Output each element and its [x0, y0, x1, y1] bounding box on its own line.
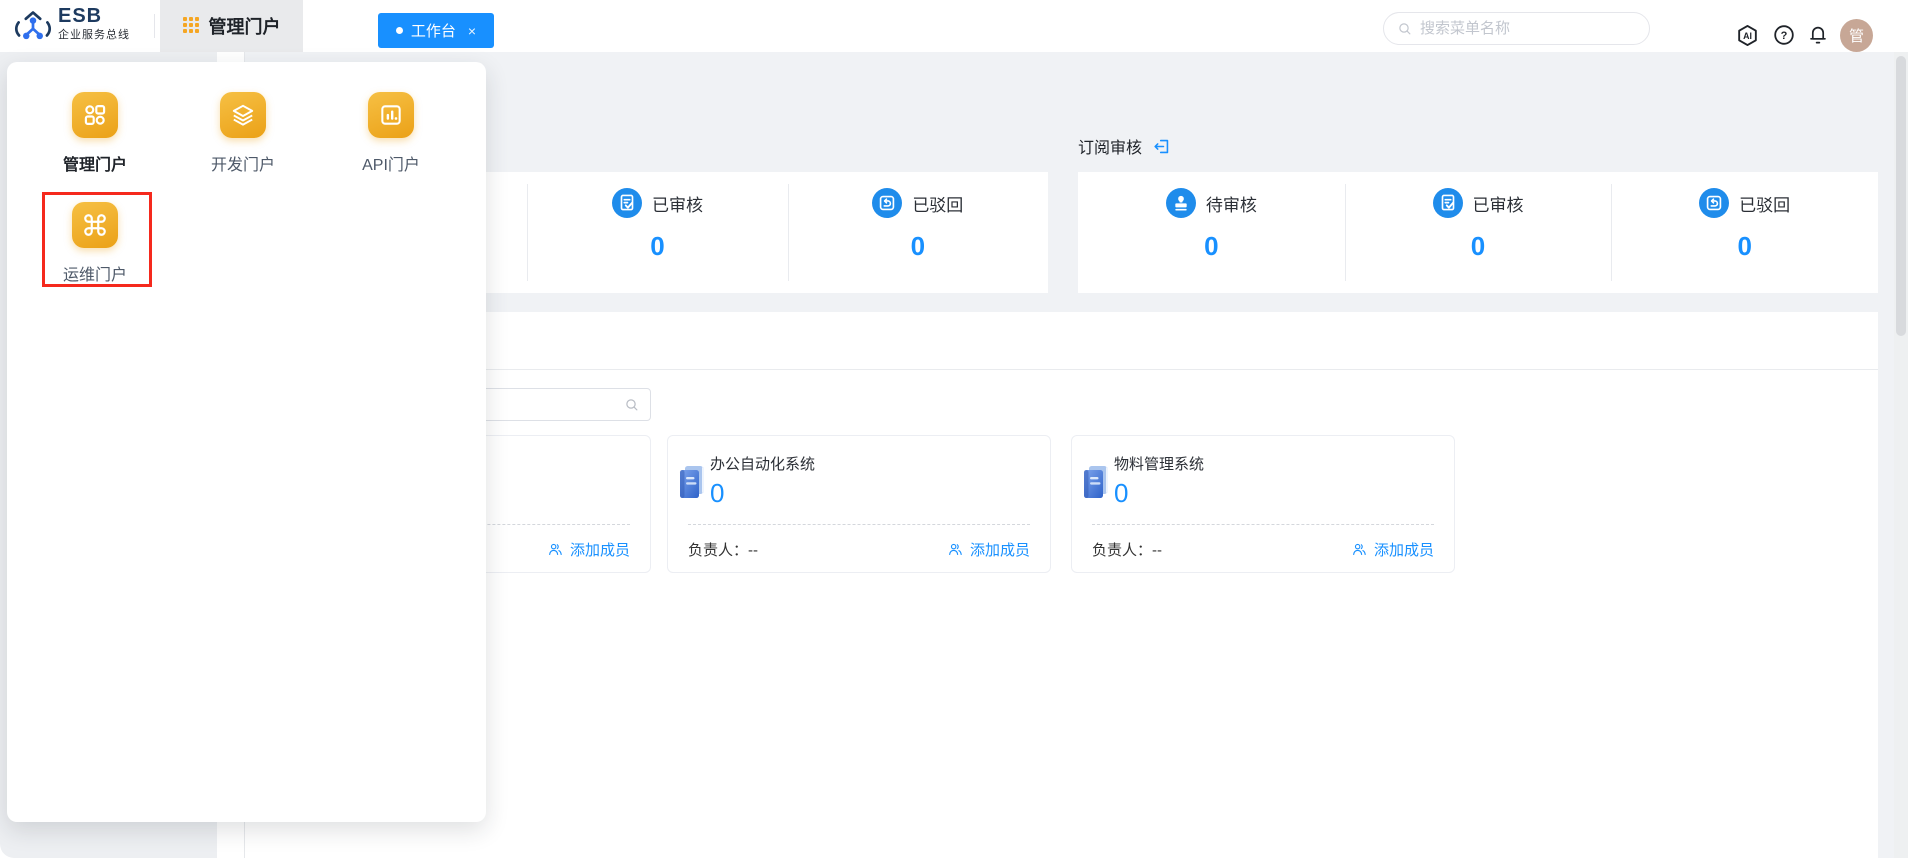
app-card[interactable]: 物料管理系统 0 负责人：-- 添加成员	[1071, 435, 1455, 573]
grid-icon	[183, 17, 201, 35]
stat-value: 0	[650, 231, 664, 262]
stat-value: 0	[911, 231, 925, 262]
layers-icon	[220, 92, 266, 138]
portal-item-operations[interactable]: 运维门户	[35, 202, 155, 285]
top-nav-bar: ESB 企业服务总线 管理门户 工作台 × AI ?	[0, 0, 1908, 52]
stat-column-reviewed: 已审核 0	[1345, 172, 1612, 293]
stamp-icon	[1166, 188, 1196, 218]
portal-item-management[interactable]: 管理门户	[35, 92, 155, 175]
brand-title: ESB	[58, 6, 130, 26]
ai-icon: AI	[1735, 23, 1760, 48]
stat-label: 已审核	[652, 191, 703, 216]
nav-portal-switcher[interactable]: 管理门户	[160, 0, 303, 52]
brand-subtitle: 企业服务总线	[58, 30, 130, 41]
portal-item-label: 管理门户	[63, 151, 127, 175]
app-window: ESB 企业服务总线 管理门户 工作台 × AI ?	[0, 0, 1908, 858]
menu-search-input[interactable]	[1420, 20, 1636, 37]
api-chart-icon	[368, 92, 414, 138]
search-icon	[624, 397, 640, 413]
tab-label: 工作台	[411, 20, 456, 41]
scrollbar-thumb[interactable]	[1896, 56, 1906, 336]
stat-column-rejected: 已驳回 0	[1611, 172, 1878, 293]
portal-item-development[interactable]: 开发门户	[183, 92, 303, 175]
esb-logo-icon	[12, 8, 54, 44]
search-icon	[1397, 21, 1413, 37]
add-member-label: 添加成员	[970, 539, 1030, 560]
tab-workbench[interactable]: 工作台 ×	[378, 13, 494, 48]
stat-column-reviewed: 已审核 0	[527, 172, 787, 293]
command-icon	[72, 202, 118, 248]
portal-item-label: API门户	[362, 151, 420, 175]
portal-menu-flyout: 管理门户 开发门户 API门户 运维门户	[7, 62, 486, 822]
export-icon[interactable]	[1152, 137, 1171, 156]
portal-item-api[interactable]: API门户	[331, 92, 451, 175]
avatar-initial: 管	[1849, 25, 1864, 46]
close-icon[interactable]: ×	[468, 23, 476, 39]
dashed-divider	[688, 524, 1030, 525]
ai-assistant-button[interactable]: AI	[1734, 22, 1760, 48]
user-avatar[interactable]: 管	[1840, 19, 1873, 52]
stat-value: 0	[1471, 231, 1485, 262]
app-count: 0	[1114, 478, 1128, 509]
app-group-icon	[72, 92, 118, 138]
doc-check-icon	[612, 188, 642, 218]
nav-portal-label: 管理门户	[209, 13, 281, 39]
stat-column-pending: 待审核 0	[1078, 172, 1345, 293]
active-dot-icon	[396, 27, 403, 34]
help-button[interactable]: ?	[1771, 22, 1797, 48]
app-title: 物料管理系统	[1114, 453, 1204, 474]
section-title-text: 订阅审核	[1078, 134, 1142, 158]
app-count: 0	[710, 478, 724, 509]
stat-label: 已审核	[1473, 191, 1524, 216]
vertical-scrollbar	[1894, 52, 1908, 858]
section-title-subscription-review: 订阅审核	[1078, 134, 1171, 158]
stat-column-rejected: 已驳回 0	[788, 172, 1048, 293]
stat-value: 0	[1204, 231, 1218, 262]
app-owner: 负责人：--	[1092, 539, 1162, 560]
add-member-label: 添加成员	[570, 539, 630, 560]
bell-icon	[1806, 23, 1830, 47]
stat-label: 待审核	[1206, 191, 1257, 216]
stat-label: 已驳回	[1739, 191, 1790, 216]
help-icon: ?	[1772, 23, 1796, 47]
brand: ESB 企业服务总线	[58, 6, 130, 41]
stat-label: 已驳回	[912, 191, 963, 216]
app-doc-icon	[677, 464, 705, 500]
add-member-link[interactable]: 添加成员	[947, 539, 1030, 560]
app-doc-icon	[1081, 464, 1109, 500]
add-member-link[interactable]: 添加成员	[1351, 539, 1434, 560]
menu-search-box[interactable]	[1383, 12, 1650, 45]
svg-text:AI: AI	[1743, 31, 1752, 41]
stamp-return-icon	[1699, 188, 1729, 218]
svg-text:?: ?	[1781, 30, 1788, 42]
doc-check-icon	[1433, 188, 1463, 218]
stats-card-subscription: 待审核 0 已审核 0 已驳回 0	[1078, 172, 1878, 293]
apps-panel: 添加成员 办公自动化系统 0 负责人：-- 添加成员 物料管理系统 0	[245, 312, 1878, 858]
portal-item-label: 开发门户	[211, 151, 275, 175]
stamp-return-icon	[872, 188, 902, 218]
app-owner: 负责人：--	[688, 539, 758, 560]
person-add-icon	[947, 541, 964, 558]
panel-divider	[245, 369, 1878, 370]
dashed-divider	[1092, 524, 1434, 525]
add-member-label: 添加成员	[1374, 539, 1434, 560]
app-title: 办公自动化系统	[710, 453, 815, 474]
person-add-icon	[547, 541, 564, 558]
notification-button[interactable]	[1805, 22, 1831, 48]
person-add-icon	[1351, 541, 1368, 558]
stat-value: 0	[1737, 231, 1751, 262]
portal-item-label: 运维门户	[63, 261, 127, 285]
header-divider	[154, 14, 155, 38]
add-member-link[interactable]: 添加成员	[547, 539, 630, 560]
app-card[interactable]: 办公自动化系统 0 负责人：-- 添加成员	[667, 435, 1051, 573]
